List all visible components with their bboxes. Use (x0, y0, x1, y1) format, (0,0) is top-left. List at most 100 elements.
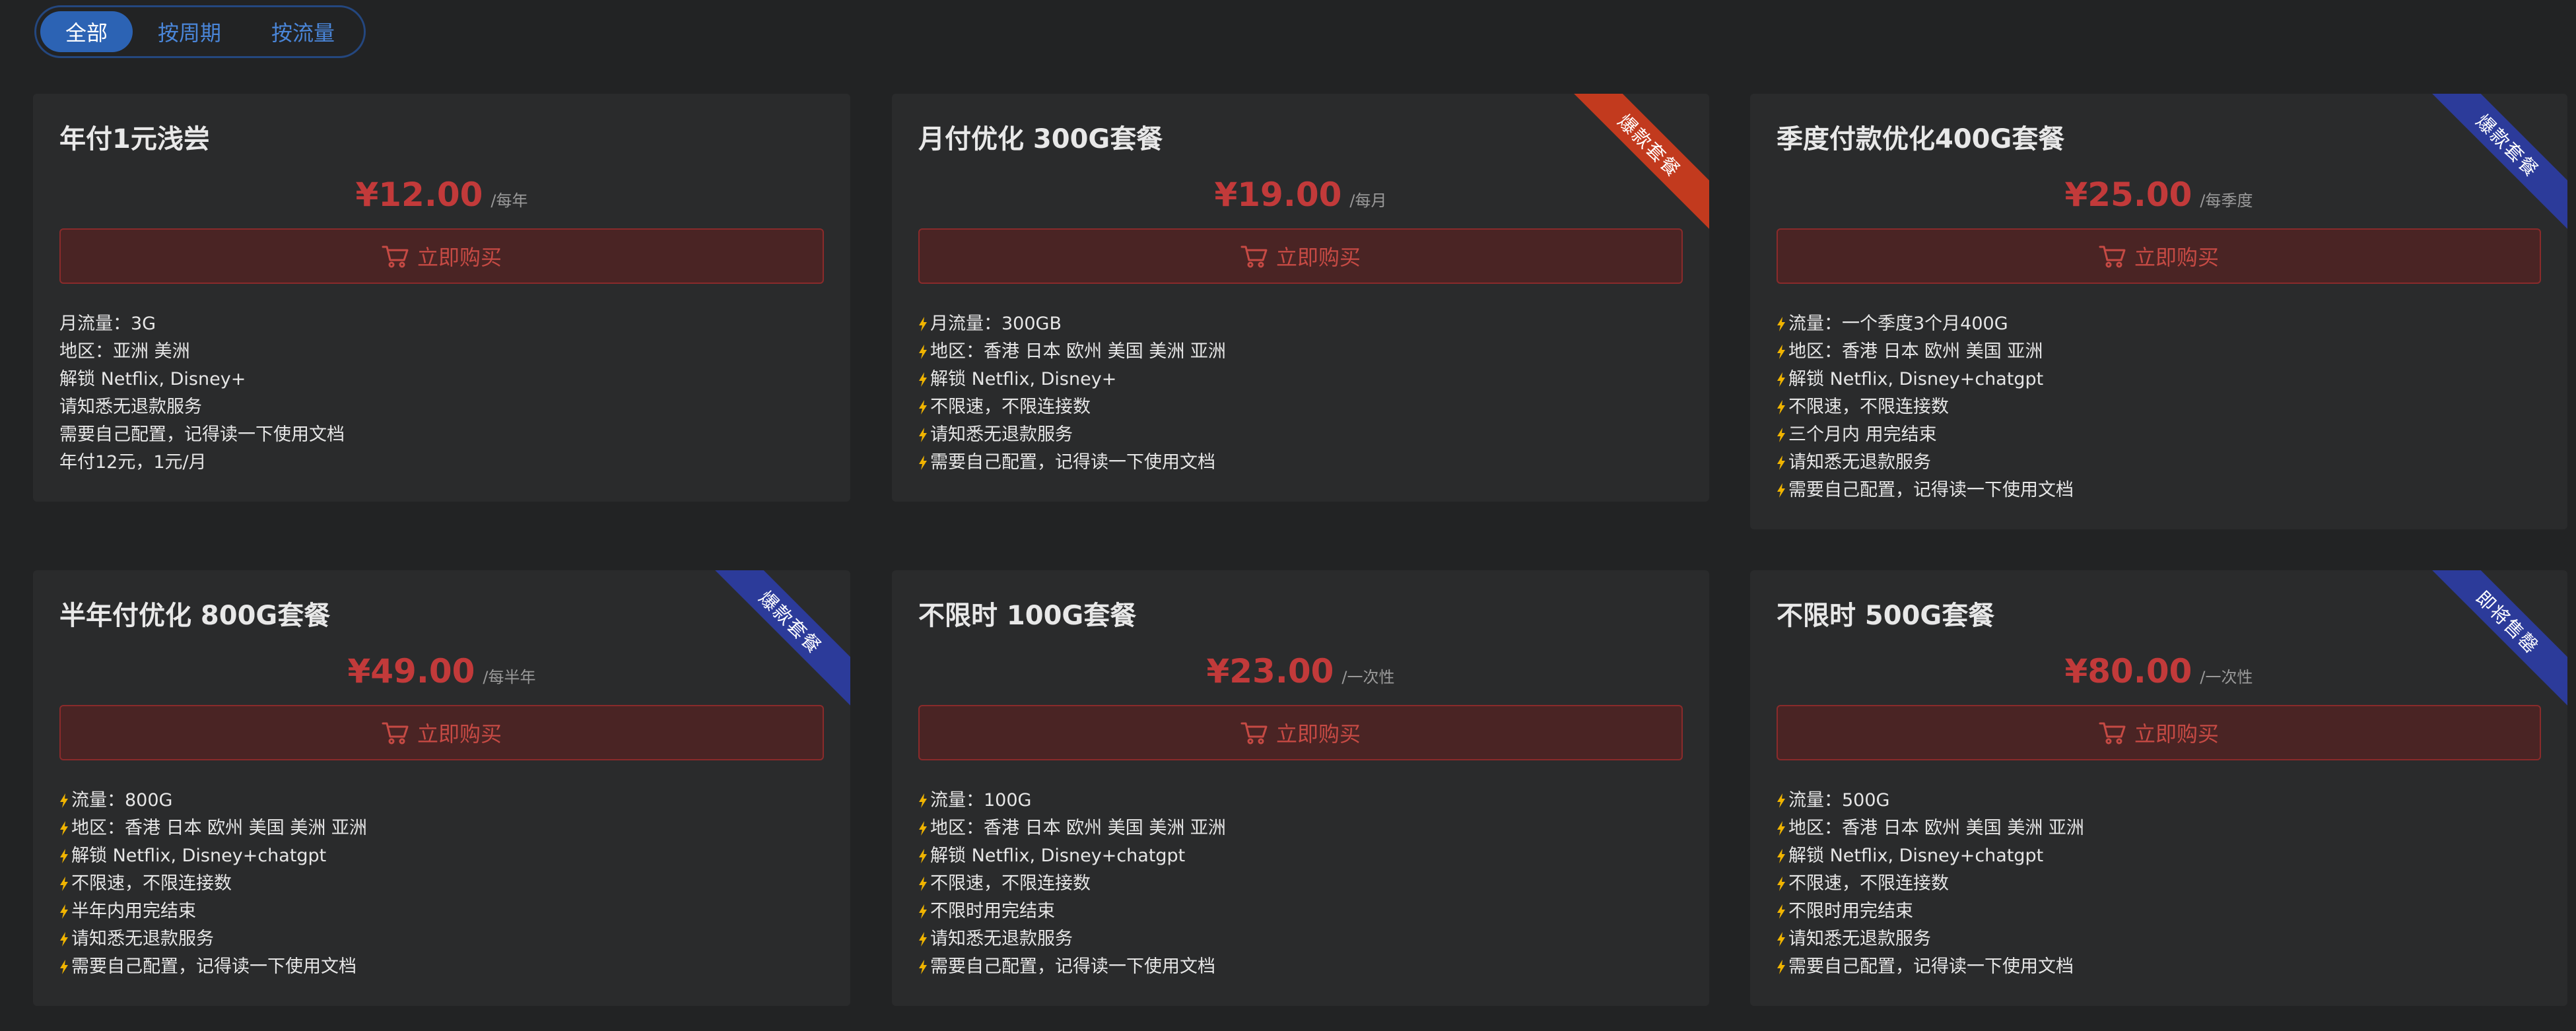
plan-period: /一次性 (1341, 668, 1395, 686)
feature-text: 解锁 Netflix, Disney+chatgpt (930, 846, 1186, 866)
feature-item: 月流量：300GB (918, 310, 1683, 338)
plan-period: /每季度 (2200, 191, 2253, 210)
feature-item: 需要自己配置，记得读一下使用文档 (1777, 477, 2541, 504)
plan-period: /一次性 (2200, 668, 2253, 686)
feature-text: 不限速，不限连接数 (1788, 873, 1949, 894)
buy-now-button[interactable]: 立即购买 (1777, 228, 2541, 284)
lightning-icon (60, 821, 68, 836)
tab-all[interactable]: 全部 (40, 11, 133, 52)
feature-item: 请知悉无退款服务 (59, 925, 824, 953)
lightning-icon (919, 317, 927, 331)
buy-now-button[interactable]: 立即购买 (59, 228, 824, 284)
lightning-icon (919, 345, 927, 359)
lightning-icon (60, 793, 68, 808)
lightning-icon (60, 932, 68, 947)
feature-text: 流量：800G (71, 790, 173, 811)
plan-card: 月付优化 300G套餐 ¥19.00/每月 立即购买 月流量：300GB 地区：香… (892, 94, 1709, 502)
lightning-icon (1777, 455, 1785, 470)
tab-by-traffic[interactable]: 按流量 (246, 11, 360, 52)
lightning-icon (1777, 400, 1785, 415)
lightning-icon (1777, 877, 1785, 891)
plan-title: 不限时 100G套餐 (918, 601, 1137, 631)
feature-item: 地区：香港 日本 欧州 美国 美洲 亚洲 (1777, 815, 2541, 842)
plan-price: ¥25.00 (2064, 176, 2192, 214)
feature-item: 请知悉无退款服务 (1777, 449, 2541, 477)
feature-item: 不限速，不限连接数 (918, 870, 1683, 898)
feature-text: 需要自己配置，记得读一下使用文档 (930, 956, 1215, 977)
tab-by-period[interactable]: 按周期 (133, 11, 246, 52)
feature-item: 需要自己配置，记得读一下使用文档 (59, 953, 824, 981)
cart-icon (1240, 246, 1268, 268)
feature-text: 流量：一个季度3个月400G (1788, 314, 2008, 334)
plan-card: 半年付优化 800G套餐 ¥49.00/每半年 立即购买 流量：800G 地区：香… (33, 570, 850, 1006)
plan-title: 年付1元浅尝 (59, 124, 210, 154)
lightning-icon (919, 877, 927, 891)
lightning-icon (60, 849, 68, 863)
cart-icon (382, 246, 409, 268)
lightning-icon (1777, 932, 1785, 947)
feature-text: 地区：亚洲 美洲 (59, 341, 190, 362)
feature-text: 月流量：3G (59, 314, 156, 334)
feature-text: 年付12元，1元/月 (59, 452, 207, 473)
price-row: ¥23.00/一次性 (892, 652, 1709, 698)
feature-list: 流量：500G 地区：香港 日本 欧州 美国 美洲 亚洲 解锁 Netflix, D… (1777, 787, 2541, 981)
feature-item: 不限速，不限连接数 (1777, 393, 2541, 421)
buy-now-button[interactable]: 立即购买 (1777, 705, 2541, 760)
feature-item: 不限速，不限连接数 (59, 870, 824, 898)
plan-price: ¥19.00 (1214, 176, 1342, 214)
feature-text: 不限速，不限连接数 (71, 873, 232, 894)
plan-period: /每年 (491, 191, 528, 210)
feature-text: 需要自己配置，记得读一下使用文档 (1788, 480, 2074, 500)
lightning-icon (1777, 345, 1785, 359)
buy-now-label: 立即购买 (417, 721, 502, 747)
feature-item: 月流量：3G (59, 310, 824, 338)
feature-item: 请知悉无退款服务 (918, 925, 1683, 953)
feature-item: 解锁 Netflix, Disney+ (59, 366, 824, 393)
buy-now-label: 立即购买 (1275, 721, 1361, 747)
price-row: ¥19.00/每月 (892, 176, 1709, 222)
plan-title: 半年付优化 800G套餐 (59, 601, 331, 631)
feature-item: 需要自己配置，记得读一下使用文档 (918, 449, 1683, 477)
feature-item: 需要自己配置，记得读一下使用文档 (918, 953, 1683, 981)
lightning-icon (60, 904, 68, 919)
feature-item: 请知悉无退款服务 (1777, 925, 2541, 953)
feature-text: 地区：香港 日本 欧州 美国 美洲 亚洲 (930, 341, 1226, 362)
feature-item: 地区：香港 日本 欧州 美国 美洲 亚洲 (918, 815, 1683, 842)
plan-title: 不限时 500G套餐 (1777, 601, 1995, 631)
feature-item: 请知悉无退款服务 (59, 393, 824, 421)
plan-title: 季度付款优化400G套餐 (1777, 124, 2065, 154)
feature-item: 半年内用完结束 (59, 898, 824, 925)
feature-text: 请知悉无退款服务 (1788, 929, 1931, 949)
lightning-icon (919, 821, 927, 836)
cart-icon (2099, 722, 2126, 745)
feature-item: 请知悉无退款服务 (918, 421, 1683, 449)
buy-now-button[interactable]: 立即购买 (918, 705, 1683, 760)
price-row: ¥49.00/每半年 (33, 652, 850, 698)
feature-item: 解锁 Netflix, Disney+chatgpt (1777, 842, 2541, 870)
feature-item: 年付12元，1元/月 (59, 449, 824, 477)
feature-text: 地区：香港 日本 欧州 美国 美洲 亚洲 (1788, 818, 2084, 838)
buy-now-button[interactable]: 立即购买 (59, 705, 824, 760)
feature-text: 需要自己配置，记得读一下使用文档 (930, 452, 1215, 473)
plan-period: /每半年 (483, 668, 536, 686)
feature-item: 解锁 Netflix, Disney+chatgpt (59, 842, 824, 870)
price-row: ¥12.00/每年 (33, 176, 850, 222)
filter-tabs: 全部 按周期 按流量 (34, 5, 366, 58)
feature-text: 流量：100G (930, 790, 1032, 811)
feature-text: 不限速，不限连接数 (930, 873, 1091, 894)
lightning-icon (919, 428, 927, 442)
lightning-icon (1777, 821, 1785, 836)
feature-text: 不限速，不限连接数 (1788, 397, 1949, 417)
feature-item: 需要自己配置，记得读一下使用文档 (1777, 953, 2541, 981)
feature-item: 三个月内 用完结束 (1777, 421, 2541, 449)
cart-icon (2099, 246, 2126, 268)
feature-text: 请知悉无退款服务 (1788, 452, 1931, 473)
price-row: ¥80.00/一次性 (1750, 652, 2567, 698)
feature-item: 地区：香港 日本 欧州 美国 美洲 亚洲 (918, 338, 1683, 366)
buy-now-button[interactable]: 立即购买 (918, 228, 1683, 284)
feature-item: 不限时用完结束 (1777, 898, 2541, 925)
lightning-icon (1777, 904, 1785, 919)
buy-now-label: 立即购买 (417, 245, 502, 270)
lightning-icon (1777, 960, 1785, 974)
plan-card: 不限时 100G套餐 ¥23.00/一次性 立即购买 流量：100G 地区：香港 … (892, 570, 1709, 1006)
